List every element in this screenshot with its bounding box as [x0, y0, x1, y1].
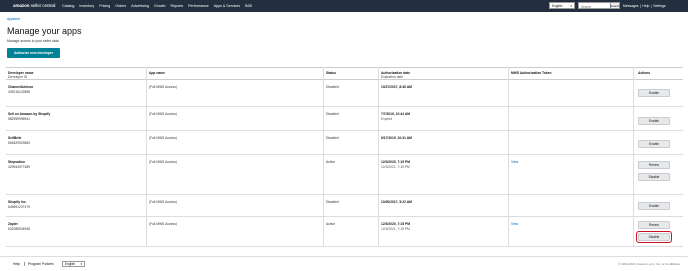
app-name: (Full MWS Access)	[149, 112, 177, 116]
header-expiration-date: Expiration date	[381, 74, 403, 79]
authorize-new-developer-button[interactable]: Authorize new developer	[7, 48, 60, 58]
enable-button[interactable]: Enable	[638, 117, 670, 125]
developer-id: 582959995941	[8, 116, 31, 121]
app-name: (Full MWS Access)	[149, 222, 177, 226]
renew-button[interactable]: Renew	[638, 161, 670, 169]
nav-link-performance[interactable]: Performance	[188, 4, 209, 8]
developer-id: 439216122898	[8, 89, 31, 94]
nav-link-catalog[interactable]: Catalog	[62, 4, 74, 8]
enable-button[interactable]: Enable	[638, 140, 670, 148]
nav-link-growth[interactable]: Growth	[154, 4, 166, 8]
table-row: Zapier 632285934945 (Full MWS Access) Ac…	[6, 217, 683, 247]
help-link[interactable]: Help	[642, 4, 649, 8]
chevron-down-icon: ▾	[80, 261, 83, 266]
language-select-value: English	[552, 3, 563, 8]
header-app-name: App name	[149, 70, 165, 75]
renew-button[interactable]: Renew	[638, 221, 670, 229]
authorization-date: 8/17/2019, 10:31 AM	[381, 136, 412, 140]
disable-button[interactable]: Disable	[638, 173, 670, 181]
header-developer-id: Developer ID	[8, 74, 28, 79]
link-separator: |	[639, 3, 641, 8]
app-name: (Full MWS Access)	[149, 85, 177, 89]
main-nav-links: Catalog Inventory Pricing Orders Adverti…	[62, 4, 252, 8]
page-footer: Help Program Policies English ▾ © 1999-2…	[0, 256, 688, 271]
table-row: Stepsation 429944977489 (Full MWS Access…	[6, 155, 683, 195]
nav-link-apps-services[interactable]: Apps & Services	[214, 4, 240, 8]
seller-central-logo[interactable]: amazon seller central	[13, 3, 55, 8]
status-text: Disabled	[326, 85, 339, 89]
nav-link-b2b[interactable]: B2B	[245, 4, 252, 8]
page-title: Manage your apps	[7, 26, 82, 36]
nav-link-reports[interactable]: Reports	[171, 4, 184, 8]
footer-language-value: English	[64, 261, 76, 266]
language-select[interactable]: English ▾	[549, 2, 575, 10]
developer-id: 632285934945	[8, 226, 31, 231]
enable-button[interactable]: Enable	[638, 89, 670, 97]
header-actions: Actions	[638, 70, 651, 75]
footer-help-link[interactable]: Help	[13, 262, 20, 266]
expiration-date: Expired	[381, 116, 393, 121]
table-row: Sell on Amazon by Shopify 582959995941 (…	[6, 107, 683, 131]
page-subtitle: Manage access to your seller data	[7, 39, 59, 43]
logo-brand: amazon	[13, 3, 30, 8]
settings-link[interactable]: Settings	[653, 4, 665, 8]
copyright-text: © 1999-2020, Amazon.com, Inc. or its aff…	[617, 262, 680, 266]
status-text: Active	[326, 222, 335, 226]
chevron-down-icon: ▾	[570, 3, 572, 8]
logo-product: seller central	[30, 3, 56, 8]
nav-link-orders[interactable]: Orders	[115, 4, 126, 8]
header-developer-name: Developer name	[8, 70, 34, 75]
table-row: Shopify Inc. 649691227479 (Full MWS Acce…	[6, 195, 683, 217]
messages-link[interactable]: Messages	[623, 4, 638, 8]
header-authorization-date: Authorization date	[381, 70, 410, 75]
developer-id: 429944977489	[8, 164, 31, 169]
status-text: Disabled	[326, 200, 339, 204]
enable-button[interactable]: Enable	[638, 202, 670, 210]
app-name: (Full MWS Access)	[149, 136, 177, 140]
table-row: SellBrite 694829923563 (Full MWS Access)…	[6, 131, 683, 155]
footer-language-select[interactable]: English ▾	[62, 260, 85, 267]
status-text: Disabled	[326, 136, 339, 140]
expiration-date: 12/3/2021, 7:15 PM	[381, 164, 410, 169]
developer-id: 694829923563	[8, 140, 31, 145]
mws-token-view-link[interactable]: View	[511, 160, 518, 164]
top-right-links: Messages | Help | Settings	[623, 4, 666, 8]
status-text: Disabled	[326, 112, 339, 116]
breadcrumb-appstore[interactable]: Appstore	[7, 17, 20, 21]
footer-program-policies-link[interactable]: Program Policies	[28, 262, 54, 266]
status-text: Active	[326, 160, 335, 164]
header-authorization: Authorization date Expiration date	[381, 71, 410, 80]
nav-link-inventory[interactable]: Inventory	[79, 4, 94, 8]
app-name: (Full MWS Access)	[149, 160, 177, 164]
header-mws-token: MWS Authorization Token	[511, 70, 552, 75]
developer-id: 649691227479	[8, 204, 31, 209]
search-input-placeholder: Search	[581, 4, 592, 9]
expiration-date: 12/3/2021, 7:15 PM	[381, 226, 410, 231]
nav-link-pricing[interactable]: Pricing	[99, 4, 110, 8]
footer-separator	[24, 261, 25, 266]
header-status: Status	[326, 70, 337, 75]
search-button[interactable]: Search	[610, 2, 620, 10]
table-header: Developer name Developer ID App name Sta…	[6, 67, 683, 80]
disable-button-highlighted[interactable]: Disable	[635, 230, 673, 244]
authorization-date: 10/27/2017, 8:36 AM	[381, 85, 412, 89]
table-row: ChannelAdvisor 439216122898 (Full MWS Ac…	[6, 80, 683, 107]
mws-token-view-link[interactable]: View	[511, 222, 518, 226]
top-nav-bar: amazon seller central Catalog Inventory …	[0, 0, 688, 12]
header-developer: Developer name Developer ID	[8, 71, 33, 80]
nav-link-advertising[interactable]: Advertising	[131, 4, 149, 8]
authorization-date: 10/30/2017, 5:22 AM	[381, 200, 412, 204]
app-name: (Full MWS Access)	[149, 200, 177, 204]
link-separator: |	[650, 3, 652, 8]
